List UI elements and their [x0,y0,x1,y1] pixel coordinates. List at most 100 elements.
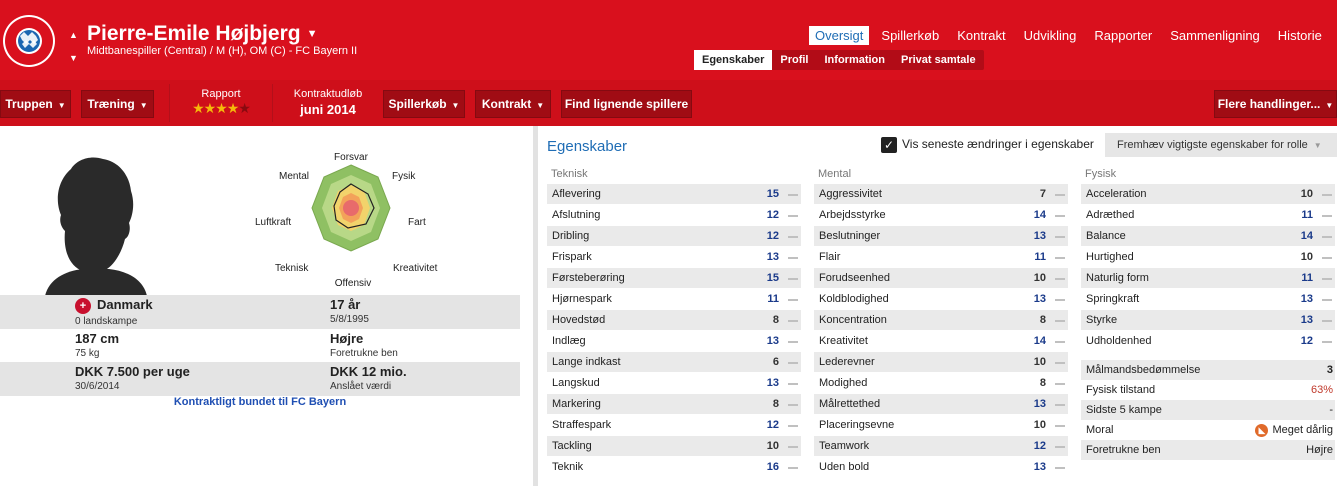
contract-expiry-value: juni 2014 [300,102,356,117]
attribute-value: 10 [766,440,779,452]
attribute-name: Udholdenhed [1086,335,1152,347]
subtab-egenskaber[interactable]: Egenskaber [694,50,773,70]
attribute-name: Styrke [1086,314,1118,326]
attribute-row[interactable]: Teamwork 12 [814,436,1068,457]
attribute-value: 6 [772,356,779,368]
no-change-icon [1322,257,1332,259]
no-change-icon [1322,341,1332,343]
attribute-row[interactable]: Hovedstød 8 [547,310,801,331]
more-actions-button[interactable]: Flere handlinger... ▼ [1214,90,1337,118]
attribute-row[interactable]: Hurtighed 10 [1081,247,1335,268]
tab-sammenligning[interactable]: Sammenligning [1164,26,1266,45]
tab-kontrakt[interactable]: Kontrakt [951,26,1011,45]
attribute-row[interactable]: Målrettethed 13 [814,394,1068,415]
attribute-row[interactable]: Indlæg 13 [547,331,801,352]
attribute-row[interactable]: Afslutning 12 [547,205,801,226]
attribute-row[interactable]: Flair 11 [814,247,1068,268]
no-change-icon [1322,194,1332,196]
spillerkob-button[interactable]: Spillerkøb ▼ [383,90,465,118]
attributes-panel: Egenskaber ✓ Vis seneste ændringer i ege… [538,126,1337,486]
top-tabs: Oversigt Spillerkøb Kontrakt Udvikling R… [809,26,1334,45]
show-changes-label[interactable]: Vis seneste ændringer i egenskaber [902,137,1094,151]
traening-button[interactable]: Træning ▼ [81,90,154,118]
info-row-finance: DKK 7.500 per uge 30/6/2014 DKK 12 mio. … [0,362,520,396]
foot-value: Højre [330,331,364,346]
kontrakt-button[interactable]: Kontrakt ▼ [475,90,551,118]
attribute-row[interactable]: Dribling 12 [547,226,801,247]
attribute-value: 11 [1034,251,1046,263]
no-change-icon [1055,194,1065,196]
info-row-nation: + Danmark 0 landskampe 17 år 5/8/1995 [0,295,520,329]
attribute-row[interactable]: Forudseenhed 10 [814,268,1068,289]
no-change-icon [788,404,798,406]
attribute-row[interactable]: Teknik 16 [547,457,801,478]
attribute-name: Hjørnespark [552,293,612,305]
morale-text: Meget dårlig [1272,424,1333,436]
attribute-row[interactable]: Koncentration 8 [814,310,1068,331]
attribute-row[interactable]: Langskud 13 [547,373,801,394]
attribute-row[interactable]: Acceleration 10 [1081,184,1335,205]
chevron-down-icon: ▼ [306,28,318,41]
club-crest-icon [3,15,55,67]
show-changes-checkbox[interactable]: ✓ [881,137,897,153]
nation-cell[interactable]: + Danmark 0 landskampe [75,297,153,327]
radar-label-mental: Mental [279,171,309,182]
attribute-row[interactable]: Balance 14 [1081,226,1335,247]
attribute-row[interactable]: Koldblodighed 13 [814,289,1068,310]
player-silhouette-icon [45,157,147,296]
teknisk-heading: Teknisk [551,168,588,180]
player-name[interactable]: Pierre-Emile Højbjerg ▼ [87,22,317,46]
highlight-role-dropdown[interactable]: Fremhæv vigtigste egenskaber for rolle ▼ [1105,133,1337,157]
attribute-row[interactable]: Beslutninger 13 [814,226,1068,247]
attribute-row[interactable]: Frispark 13 [547,247,801,268]
attribute-row[interactable]: Naturlig form 11 [1081,268,1335,289]
attribute-row[interactable]: Straffespark 12 [547,415,801,436]
attribute-row[interactable]: Kreativitet 14 [814,331,1068,352]
attribute-name: Målrettethed [819,398,881,410]
subtab-profil[interactable]: Profil [772,50,816,70]
attribute-row[interactable]: Arbejdsstyrke 14 [814,205,1068,226]
attribute-value: 8 [1039,377,1046,389]
attribute-value: 13 [766,335,779,347]
subtab-information[interactable]: Information [817,50,894,70]
subtab-privat-samtale[interactable]: Privat samtale [893,50,984,70]
attribute-row[interactable]: Springkraft 13 [1081,289,1335,310]
find-similar-button[interactable]: Find lignende spillere [561,90,692,118]
tab-oversigt[interactable]: Oversigt [809,26,870,45]
attribute-row[interactable]: Styrke 13 [1081,310,1335,331]
attribute-name: Placeringsevne [819,419,895,431]
attribute-row[interactable]: Placeringsevne 10 [814,415,1068,436]
attribute-row[interactable]: Tackling 10 [547,436,801,457]
toolbar-divider [169,84,170,122]
tab-historie[interactable]: Historie [1272,26,1328,45]
rapport-rating[interactable]: Rapport ★★★★★ [186,88,256,117]
attribute-value: 14 [1300,230,1313,242]
attribute-row[interactable]: Aggressivitet 7 [814,184,1068,205]
attribute-row[interactable]: Aflevering 15 [547,184,801,205]
contract-expiry: Kontraktudløb juni 2014 [285,88,371,117]
attribute-row[interactable]: Udholdenhed 12 [1081,331,1335,352]
contract-status-link[interactable]: Kontraktligt bundet til FC Bayern [0,396,520,408]
player-nav-arrows[interactable]: ▲ ▼ [69,24,78,70]
height-cell: 187 cm 75 kg [75,331,119,359]
attribute-row[interactable]: Lederevner 10 [814,352,1068,373]
attribute-name: Uden bold [819,461,870,473]
attribute-row[interactable]: Hjørnespark 11 [547,289,801,310]
attribute-row[interactable]: Markering 8 [547,394,801,415]
attribute-name: Aggressivitet [819,188,882,200]
attribute-row[interactable]: Lange indkast 6 [547,352,801,373]
no-change-icon [788,257,798,259]
tab-spillerkob[interactable]: Spillerkøb [875,26,945,45]
no-change-icon [1055,383,1065,385]
attribute-row[interactable]: Førsteberøring 15 [547,268,801,289]
tab-rapporter[interactable]: Rapporter [1088,26,1158,45]
attribute-row[interactable]: Uden bold 13 [814,457,1068,478]
attribute-row[interactable]: Modighed 8 [814,373,1068,394]
info-row-physique: 187 cm 75 kg Højre Foretrukne ben [0,329,520,363]
truppen-button[interactable]: Truppen ▼ [0,90,71,118]
tab-udvikling[interactable]: Udvikling [1018,26,1083,45]
radar-label-fart: Fart [408,217,426,228]
attribute-name: Balance [1086,230,1126,242]
extra-info-name: Sidste 5 kampe [1086,404,1162,416]
attribute-row[interactable]: Adræthed 11 [1081,205,1335,226]
